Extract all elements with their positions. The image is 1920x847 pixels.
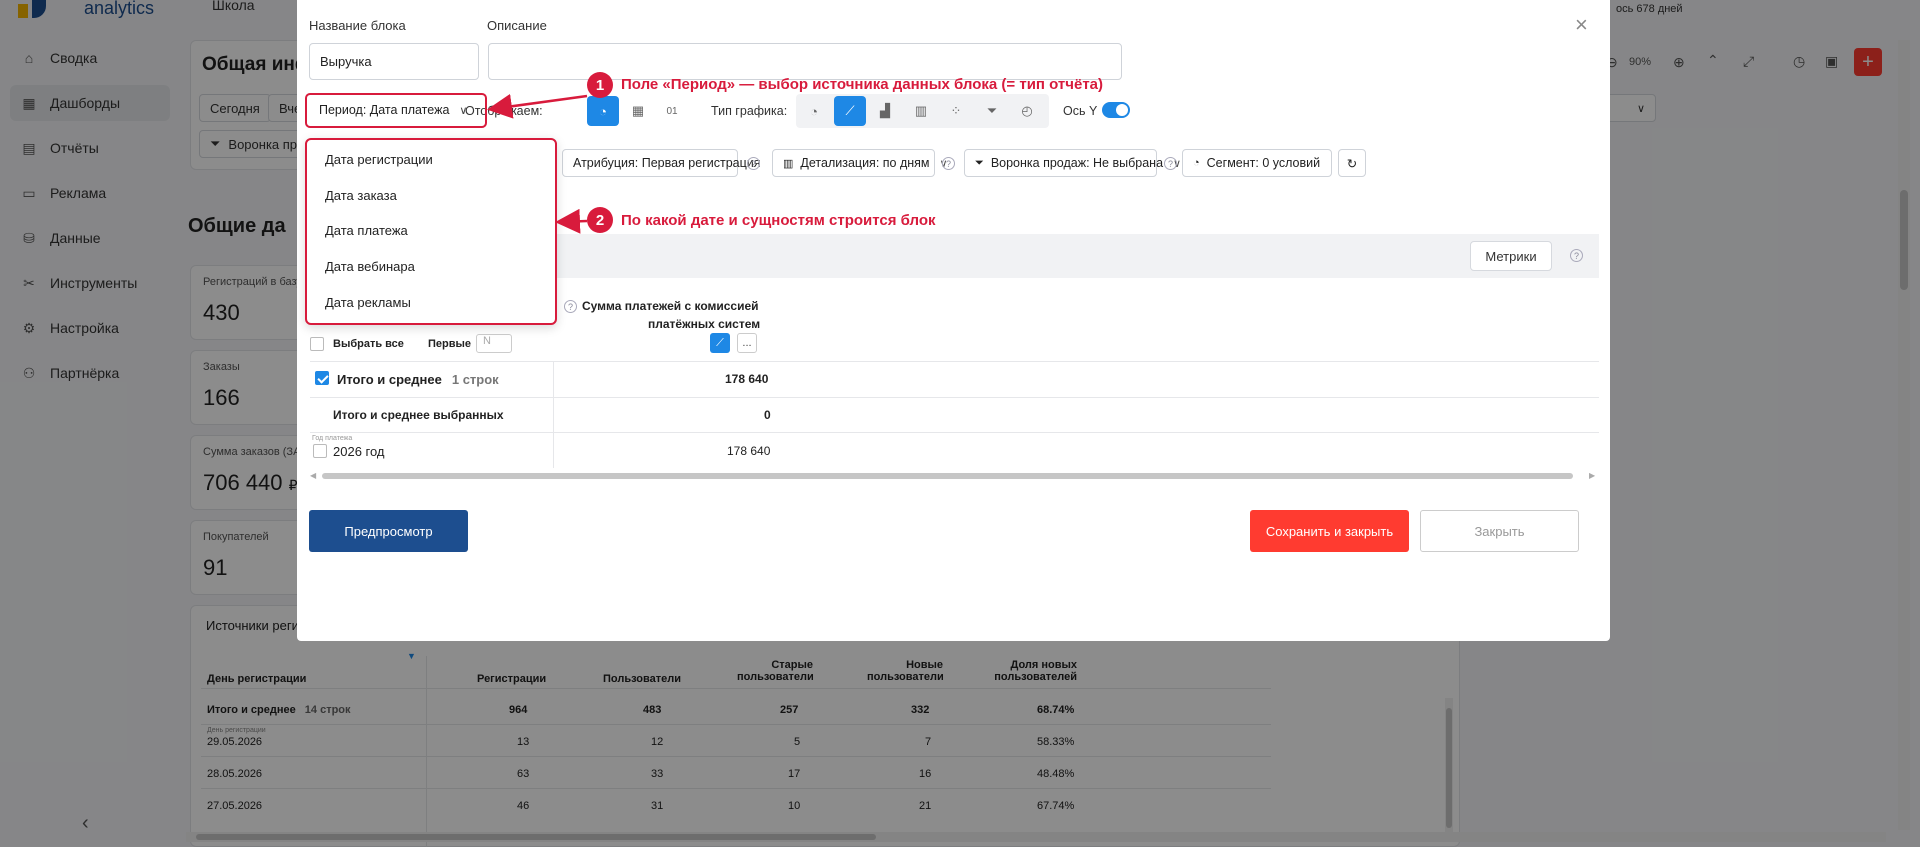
annotation-text-1: Поле «Период» — выбор источника данных б… (621, 76, 1104, 93)
arrow-two (555, 208, 588, 234)
annotation-text-2: По какой дате и сущностям строится блок (621, 212, 936, 229)
annotation-badge-2: 2 (587, 207, 613, 233)
arrow-one (487, 93, 588, 119)
annotation-badge-1: 1 (587, 72, 613, 98)
annotation-arrows (487, 93, 588, 234)
